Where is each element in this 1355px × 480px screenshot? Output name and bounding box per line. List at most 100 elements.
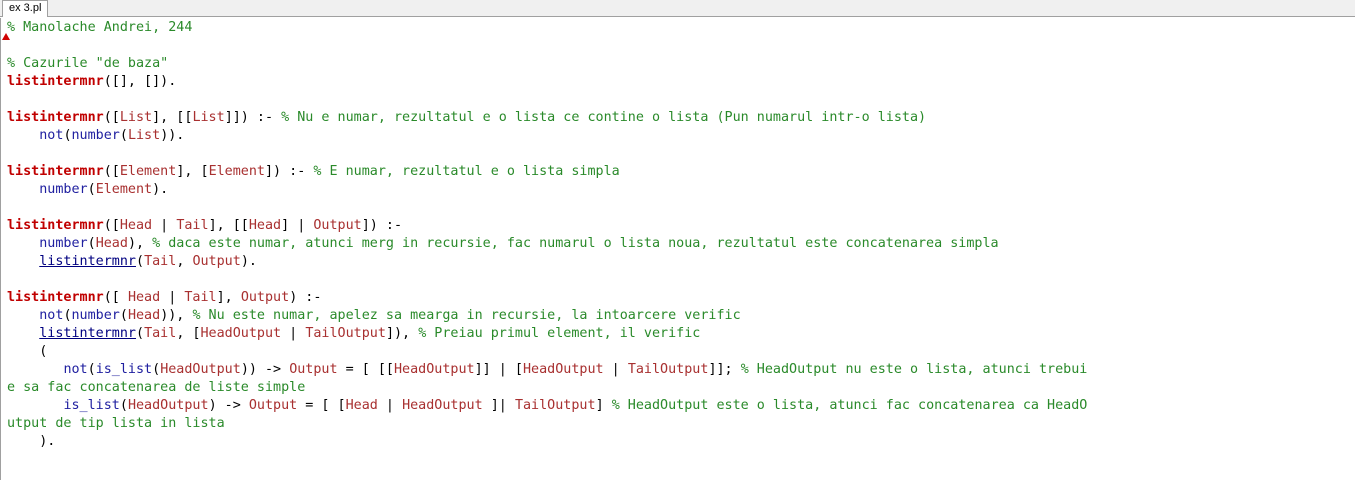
code-token: not <box>63 362 88 377</box>
file-tab[interactable]: ex 3.pl <box>2 0 49 17</box>
code-token: )), <box>160 308 193 323</box>
code-token: % Nu e numar, rezultatul e o lista ce co… <box>281 110 927 125</box>
code-token: | <box>160 290 185 305</box>
code-token: ( <box>152 362 161 377</box>
code-token: TailOutput <box>305 326 386 341</box>
code-token: ] | <box>281 218 314 233</box>
code-token: % E numar, rezultatul e o lista simpla <box>313 164 620 179</box>
code-token: ) :- <box>289 290 322 305</box>
code-token: ]), <box>385 326 419 341</box>
code-token: TailOutput <box>514 398 596 413</box>
code-token: ]]; <box>708 362 741 377</box>
code-token: HeadOutput <box>402 398 483 413</box>
code-line: ). <box>7 433 1087 451</box>
code-token: utput de tip lista in lista <box>7 416 225 431</box>
code-token: ( <box>63 308 72 323</box>
code-token: )) -> <box>240 362 290 377</box>
code-token: ( <box>87 236 96 251</box>
code-token: Tail <box>144 254 177 269</box>
code-token: listintermnr <box>7 110 104 125</box>
code-line: listintermnr(Tail, [HeadOutput | TailOut… <box>7 325 1087 343</box>
code-token: Output <box>192 254 241 269</box>
code-token: not <box>39 308 64 323</box>
code-token: | <box>152 218 177 233</box>
code-line: listintermnr(Tail, Output). <box>7 253 1087 271</box>
code-token: e sa fac concatenarea de liste simple <box>7 380 306 395</box>
code-token: ). <box>240 254 257 269</box>
code-token: ( <box>119 398 128 413</box>
code-token: not <box>39 128 64 143</box>
code-token: ]) :- <box>361 218 403 233</box>
code-line: not(number(List)). <box>7 127 1087 145</box>
code-token: Output <box>240 290 290 305</box>
code-token: ], [ <box>176 164 209 179</box>
code-token: ( <box>87 182 96 197</box>
code-token: is_list <box>95 362 153 377</box>
code-token: ). <box>7 434 56 449</box>
code-token: )). <box>160 128 185 143</box>
code-token: ], <box>216 290 241 305</box>
code-token: ( <box>119 308 128 323</box>
code-token: Output <box>248 398 298 413</box>
code-token: number <box>39 236 88 251</box>
code-line: listintermnr([ Head | Tail], Output) :- <box>7 289 1087 307</box>
code-token: % daca este numar, atunci merg in recurs… <box>152 236 999 251</box>
code-token: listintermnr <box>7 74 104 89</box>
code-token: ( <box>136 254 145 269</box>
code-editor[interactable]: % Manolache Andrei, 244 % Cazurile "de b… <box>0 18 1355 480</box>
code-token: | <box>377 398 403 413</box>
code-token: ([ <box>103 290 128 305</box>
code-token: ]) :- <box>265 164 314 179</box>
code-token: number <box>71 308 120 323</box>
code-token: % HeadOutput nu este o lista, atunci tre… <box>740 362 1088 377</box>
code-line: listintermnr([Head | Tail], [[Head] | Ou… <box>7 217 1087 235</box>
code-token: ), <box>127 236 153 251</box>
code-token: HeadOutput <box>523 362 604 377</box>
code-token: List <box>127 128 161 143</box>
code-token: Output <box>313 218 362 233</box>
code-token: % Nu este numar, apelez sa mearga in rec… <box>192 308 741 323</box>
code-token: Element <box>119 164 177 179</box>
code-token: ) -> <box>208 398 249 413</box>
code-token: , <box>176 254 193 269</box>
breakpoint-marker-icon <box>2 33 10 40</box>
code-token: | <box>281 326 306 341</box>
code-token: Element <box>208 164 265 179</box>
code-token: = [ [[ <box>337 362 394 377</box>
code-token: Head <box>248 218 282 233</box>
code-line: utput de tip lista in lista <box>7 415 1087 433</box>
code-token: % HeadOutput este o lista, atunci fac co… <box>611 398 1088 413</box>
tab-bar: ex 3.pl <box>0 0 1355 17</box>
code-token: ], [[ <box>208 218 249 233</box>
code-line: number(Head), % daca este numar, atunci … <box>7 235 1087 253</box>
code-token: Tail <box>184 290 217 305</box>
code-token: number <box>39 182 88 197</box>
code-token: ] <box>595 398 612 413</box>
code-token: ]]) :- <box>224 110 282 125</box>
code-line: % Cazurile "de baza" <box>7 55 1087 73</box>
code-token: HeadOutput <box>394 362 475 377</box>
code-line: number(Element). <box>7 181 1087 199</box>
code-token: HeadOutput <box>160 362 241 377</box>
code-token: Head <box>95 236 128 251</box>
code-token: ( <box>7 344 48 359</box>
code-line: listintermnr([], []). <box>7 73 1087 91</box>
code-token: % Preiau primul element, il verific <box>418 326 701 341</box>
code-token: ([], []). <box>103 74 177 89</box>
code-line: e sa fac concatenarea de liste simple <box>7 379 1087 397</box>
code-token: ( <box>87 362 96 377</box>
code-token: HeadOutput <box>200 326 282 341</box>
code-token: listintermnr <box>7 218 104 233</box>
code-line: listintermnr([Element], [Element]) :- % … <box>7 163 1087 181</box>
code-token: ([ <box>103 110 120 125</box>
code-area[interactable]: % Manolache Andrei, 244 % Cazurile "de b… <box>7 19 1087 451</box>
code-token: List <box>192 110 225 125</box>
